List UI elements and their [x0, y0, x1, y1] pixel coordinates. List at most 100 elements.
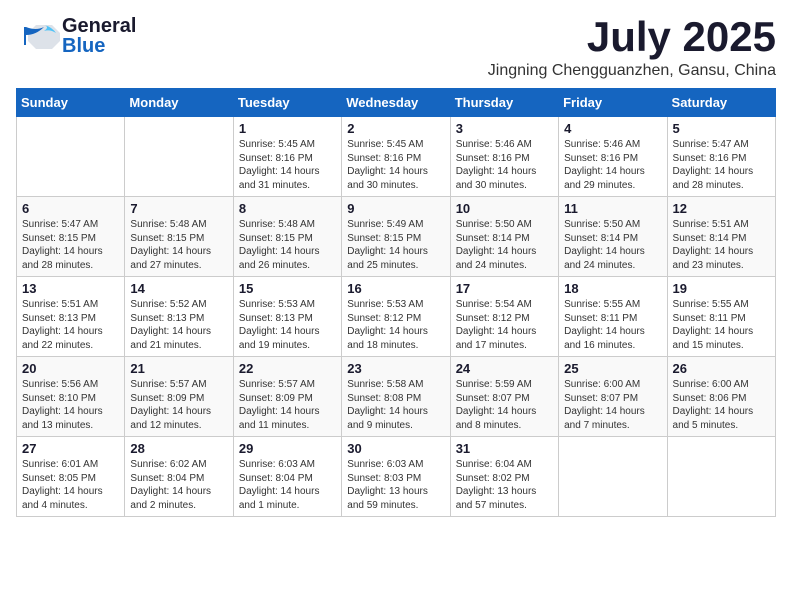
day-number: 11 — [564, 201, 661, 216]
calendar-header-row: SundayMondayTuesdayWednesdayThursdayFrid… — [17, 89, 776, 117]
day-number: 20 — [22, 361, 119, 376]
column-header-thursday: Thursday — [450, 89, 558, 117]
day-number: 21 — [130, 361, 227, 376]
calendar-cell: 22 Sunrise: 5:57 AM Sunset: 8:09 PM Dayli… — [233, 357, 341, 437]
calendar-week-2: 6 Sunrise: 5:47 AM Sunset: 8:15 PM Daylig… — [17, 197, 776, 277]
day-number: 22 — [239, 361, 336, 376]
calendar-week-1: 1Sunrise: 5:45 AM Sunset: 8:16 PM Daylig… — [17, 117, 776, 197]
day-number: 12 — [673, 201, 770, 216]
calendar-cell — [17, 117, 125, 197]
calendar-cell: 30 Sunrise: 6:03 AM Sunset: 8:03 PM Dayli… — [342, 437, 450, 517]
day-number: 10 — [456, 201, 553, 216]
calendar-week-3: 13 Sunrise: 5:51 AM Sunset: 8:13 PM Dayli… — [17, 277, 776, 357]
day-number: 8 — [239, 201, 336, 216]
day-info: Sunrise: 5:48 AM Sunset: 8:15 PM Dayligh… — [130, 218, 227, 272]
calendar-cell: 5Sunrise: 5:47 AM Sunset: 8:16 PM Daylig… — [667, 117, 775, 197]
day-info: Sunrise: 5:58 AM Sunset: 8:08 PM Dayligh… — [347, 378, 444, 432]
day-number: 15 — [239, 281, 336, 296]
calendar-cell — [125, 117, 233, 197]
logo-general-text: General — [62, 16, 136, 36]
calendar-table: SundayMondayTuesdayWednesdayThursdayFrid… — [16, 88, 776, 517]
calendar-cell — [667, 437, 775, 517]
calendar-cell: 26 Sunrise: 6:00 AM Sunset: 8:06 PM Dayli… — [667, 357, 775, 437]
column-header-wednesday: Wednesday — [342, 89, 450, 117]
day-info: Sunrise: 5:54 AM Sunset: 8:12 PM Dayligh… — [456, 298, 553, 352]
day-number: 27 — [22, 441, 119, 456]
day-info: Sunrise: 6:00 AM Sunset: 8:07 PM Dayligh… — [564, 378, 661, 432]
page-header: General Blue July 2025 Jingning Chenggua… — [16, 16, 776, 80]
calendar-cell: 28 Sunrise: 6:02 AM Sunset: 8:04 PM Dayli… — [125, 437, 233, 517]
day-info: Sunrise: 5:50 AM Sunset: 8:14 PM Dayligh… — [456, 218, 553, 272]
column-header-friday: Friday — [559, 89, 667, 117]
calendar-cell: 8Sunrise: 5:48 AM Sunset: 8:15 PM Daylig… — [233, 197, 341, 277]
calendar-cell: 20 Sunrise: 5:56 AM Sunset: 8:10 PM Dayli… — [17, 357, 125, 437]
calendar-cell: 31 Sunrise: 6:04 AM Sunset: 8:02 PM Dayli… — [450, 437, 558, 517]
calendar-week-5: 27Sunrise: 6:01 AM Sunset: 8:05 PM Dayli… — [17, 437, 776, 517]
day-number: 24 — [456, 361, 553, 376]
day-number: 29 — [239, 441, 336, 456]
calendar-cell: 21 Sunrise: 5:57 AM Sunset: 8:09 PM Dayli… — [125, 357, 233, 437]
day-info: Sunrise: 5:46 AM Sunset: 8:16 PM Dayligh… — [564, 138, 661, 192]
day-info: Sunrise: 5:53 AM Sunset: 8:13 PM Dayligh… — [239, 298, 336, 352]
logo-blue-text: Blue — [62, 36, 136, 56]
day-number: 13 — [22, 281, 119, 296]
day-info: Sunrise: 5:57 AM Sunset: 8:09 PM Dayligh… — [130, 378, 227, 432]
day-number: 1 — [239, 121, 336, 136]
day-info: Sunrise: 6:03 AM Sunset: 8:03 PM Dayligh… — [347, 458, 444, 512]
calendar-week-4: 20 Sunrise: 5:56 AM Sunset: 8:10 PM Dayli… — [17, 357, 776, 437]
calendar-cell: 2Sunrise: 5:45 AM Sunset: 8:16 PM Daylig… — [342, 117, 450, 197]
day-info: Sunrise: 5:57 AM Sunset: 8:09 PM Dayligh… — [239, 378, 336, 432]
column-header-monday: Monday — [125, 89, 233, 117]
day-number: 31 — [456, 441, 553, 456]
calendar-cell: 4 Sunrise: 5:46 AM Sunset: 8:16 PM Daylig… — [559, 117, 667, 197]
calendar-cell: 15 Sunrise: 5:53 AM Sunset: 8:13 PM Dayli… — [233, 277, 341, 357]
calendar-cell: 10 Sunrise: 5:50 AM Sunset: 8:14 PM Dayli… — [450, 197, 558, 277]
calendar-cell: 23 Sunrise: 5:58 AM Sunset: 8:08 PM Dayli… — [342, 357, 450, 437]
day-number: 18 — [564, 281, 661, 296]
day-number: 7 — [130, 201, 227, 216]
calendar-cell: 12Sunrise: 5:51 AM Sunset: 8:14 PM Dayli… — [667, 197, 775, 277]
day-info: Sunrise: 5:52 AM Sunset: 8:13 PM Dayligh… — [130, 298, 227, 352]
day-number: 16 — [347, 281, 444, 296]
calendar-cell: 27Sunrise: 6:01 AM Sunset: 8:05 PM Dayli… — [17, 437, 125, 517]
calendar-cell: 19Sunrise: 5:55 AM Sunset: 8:11 PM Dayli… — [667, 277, 775, 357]
day-info: Sunrise: 6:04 AM Sunset: 8:02 PM Dayligh… — [456, 458, 553, 512]
calendar-cell: 11Sunrise: 5:50 AM Sunset: 8:14 PM Dayli… — [559, 197, 667, 277]
day-info: Sunrise: 5:47 AM Sunset: 8:16 PM Dayligh… — [673, 138, 770, 192]
calendar-cell: 6 Sunrise: 5:47 AM Sunset: 8:15 PM Daylig… — [17, 197, 125, 277]
calendar-cell: 14 Sunrise: 5:52 AM Sunset: 8:13 PM Dayli… — [125, 277, 233, 357]
day-info: Sunrise: 5:51 AM Sunset: 8:13 PM Dayligh… — [22, 298, 119, 352]
day-number: 26 — [673, 361, 770, 376]
day-info: Sunrise: 5:56 AM Sunset: 8:10 PM Dayligh… — [22, 378, 119, 432]
day-number: 6 — [22, 201, 119, 216]
calendar-cell: 16 Sunrise: 5:53 AM Sunset: 8:12 PM Dayli… — [342, 277, 450, 357]
calendar-cell: 24 Sunrise: 5:59 AM Sunset: 8:07 PM Dayli… — [450, 357, 558, 437]
day-info: Sunrise: 5:47 AM Sunset: 8:15 PM Dayligh… — [22, 218, 119, 272]
day-number: 9 — [347, 201, 444, 216]
column-header-saturday: Saturday — [667, 89, 775, 117]
calendar-cell: 29 Sunrise: 6:03 AM Sunset: 8:04 PM Dayli… — [233, 437, 341, 517]
day-number: 4 — [564, 121, 661, 136]
calendar-cell: 13 Sunrise: 5:51 AM Sunset: 8:13 PM Dayli… — [17, 277, 125, 357]
day-number: 14 — [130, 281, 227, 296]
day-info: Sunrise: 5:55 AM Sunset: 8:11 PM Dayligh… — [564, 298, 661, 352]
day-number: 23 — [347, 361, 444, 376]
calendar-cell: 7 Sunrise: 5:48 AM Sunset: 8:15 PM Daylig… — [125, 197, 233, 277]
day-info: Sunrise: 5:59 AM Sunset: 8:07 PM Dayligh… — [456, 378, 553, 432]
calendar-cell: 17Sunrise: 5:54 AM Sunset: 8:12 PM Dayli… — [450, 277, 558, 357]
calendar-cell — [559, 437, 667, 517]
day-number: 28 — [130, 441, 227, 456]
day-info: Sunrise: 6:02 AM Sunset: 8:04 PM Dayligh… — [130, 458, 227, 512]
day-number: 3 — [456, 121, 553, 136]
day-number: 25 — [564, 361, 661, 376]
day-number: 30 — [347, 441, 444, 456]
day-info: Sunrise: 5:46 AM Sunset: 8:16 PM Dayligh… — [456, 138, 553, 192]
location-title: Jingning Chengguanzhen, Gansu, China — [488, 62, 776, 80]
day-info: Sunrise: 6:00 AM Sunset: 8:06 PM Dayligh… — [673, 378, 770, 432]
title-block: July 2025 Jingning Chengguanzhen, Gansu,… — [488, 16, 776, 80]
day-info: Sunrise: 5:49 AM Sunset: 8:15 PM Dayligh… — [347, 218, 444, 272]
day-info: Sunrise: 5:53 AM Sunset: 8:12 PM Dayligh… — [347, 298, 444, 352]
month-title: July 2025 — [488, 16, 776, 58]
day-info: Sunrise: 6:03 AM Sunset: 8:04 PM Dayligh… — [239, 458, 336, 512]
day-number: 19 — [673, 281, 770, 296]
